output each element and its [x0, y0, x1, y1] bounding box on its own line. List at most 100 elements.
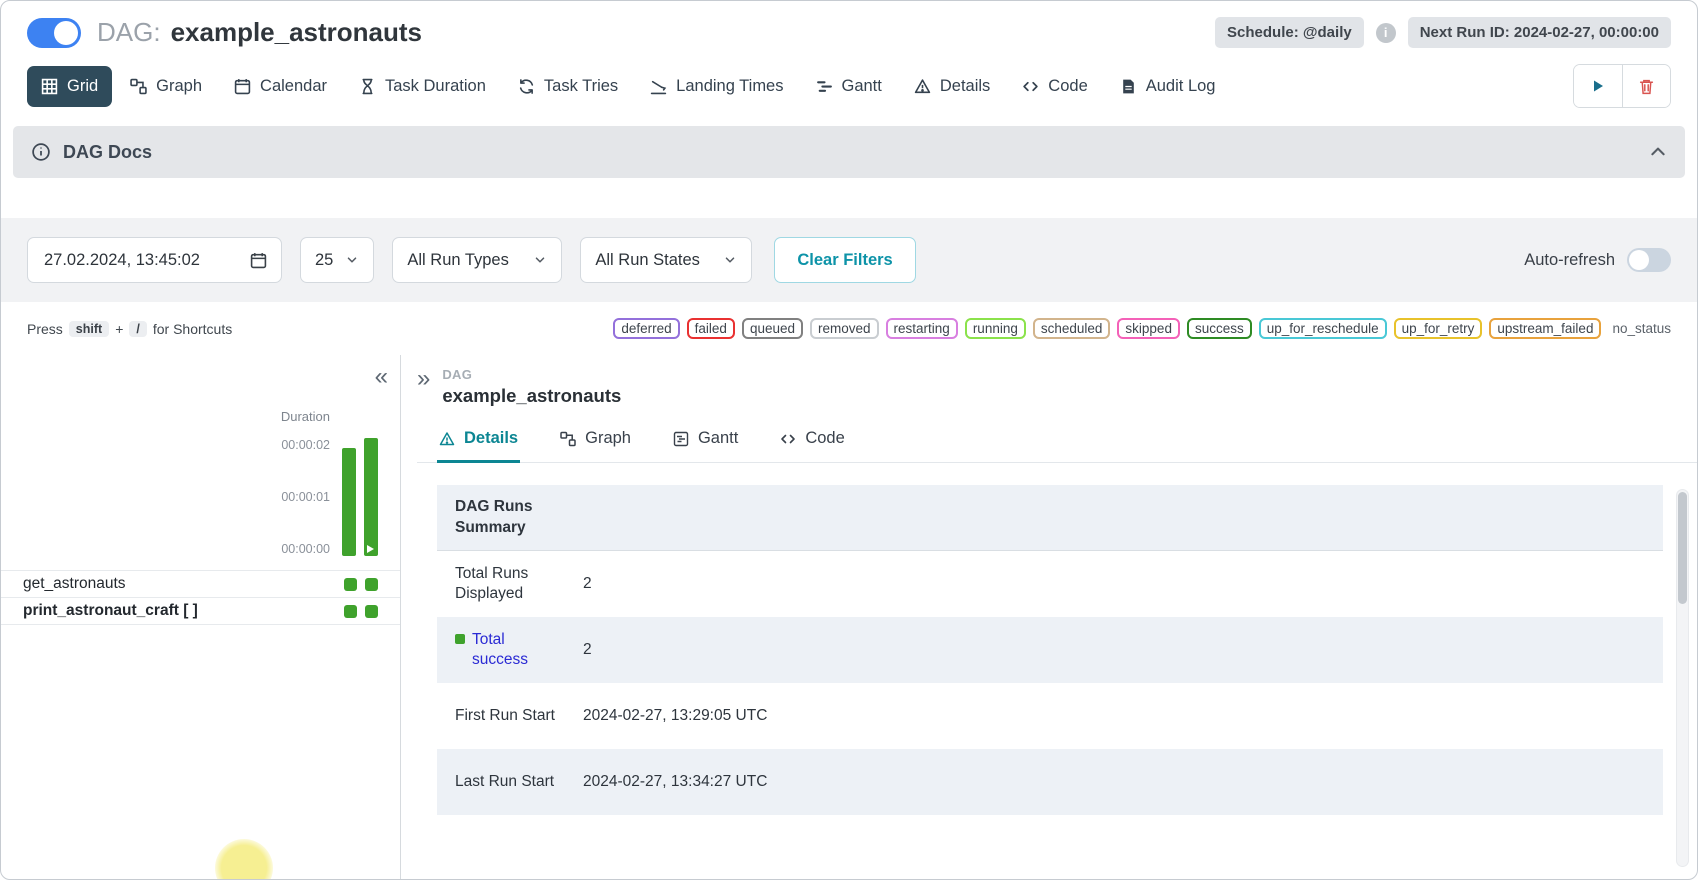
legend-state-deferred: deferred [613, 318, 679, 339]
plane-landing-icon [650, 78, 667, 95]
success-link-cell: Total success [455, 630, 565, 670]
panel-tab-details[interactable]: Details [437, 421, 520, 463]
dag-pause-toggle[interactable] [27, 18, 81, 48]
task-instance-success[interactable] [344, 578, 357, 591]
task-instance-success[interactable] [365, 578, 378, 591]
schedule-badge: Schedule: @daily [1215, 17, 1364, 48]
duration-axis-title: Duration [281, 409, 330, 424]
dag-docs-bar[interactable]: DAG Docs [13, 126, 1685, 178]
run-bar[interactable] [342, 448, 356, 556]
task-instance-success[interactable] [365, 605, 378, 618]
date-filter-input[interactable] [42, 250, 238, 271]
tab-graph[interactable]: Graph [116, 66, 216, 107]
expand-panel-icon[interactable]: » [417, 367, 430, 391]
row-label: Total Runs Displayed [437, 554, 573, 614]
collapse-panel-icon[interactable]: « [375, 365, 388, 389]
row-label: Last Run Start [437, 762, 573, 802]
dag-label: DAG: [97, 17, 161, 48]
clear-filters-button[interactable]: Clear Filters [774, 237, 915, 283]
graph-icon [130, 78, 147, 95]
tab-label: Calendar [260, 77, 327, 96]
tab-grid[interactable]: Grid [27, 66, 112, 107]
legend-row: Press shift + / for Shortcuts deferred f… [1, 302, 1697, 351]
header-badges: Schedule: @daily i Next Run ID: 2024-02-… [1215, 17, 1671, 48]
page-size-value: 25 [315, 251, 333, 270]
play-icon [1590, 78, 1606, 94]
tab-label: Graph [156, 77, 202, 96]
nav-tabs: Grid Graph Calendar Task Duration Task T… [27, 66, 1229, 107]
toggle-knob [54, 21, 78, 45]
auto-refresh-control: Auto-refresh [1524, 248, 1671, 272]
task-row[interactable]: get_astronauts [1, 570, 400, 597]
date-filter-field[interactable] [27, 237, 282, 283]
tab-label: Audit Log [1146, 77, 1216, 96]
legend-state-scheduled: scheduled [1033, 318, 1111, 339]
gantt-box-icon [673, 431, 689, 447]
tab-label: Gantt [842, 77, 882, 96]
legend-state-up-for-retry: up_for_retry [1394, 318, 1483, 339]
tab-gantt[interactable]: Gantt [802, 66, 896, 107]
tab-details[interactable]: Details [900, 66, 1004, 107]
grid-panel: « Duration 00:00:02 00:00:01 00:00:00 [1, 355, 401, 879]
legend-state-queued: queued [742, 318, 803, 339]
toggle-knob [1629, 250, 1649, 270]
auto-refresh-toggle[interactable] [1627, 248, 1671, 272]
legend-state-skipped: skipped [1117, 318, 1180, 339]
legend-state-removed: removed [810, 318, 879, 339]
trigger-dag-button[interactable] [1574, 65, 1622, 107]
audit-log-icon [1120, 78, 1137, 95]
panel-tab-graph[interactable]: Graph [558, 421, 633, 463]
task-name[interactable]: print_astronaut_craft [ ] [23, 602, 198, 620]
duration-ticks: 00:00:02 00:00:01 00:00:00 [281, 438, 330, 556]
chevron-down-icon [345, 253, 359, 267]
legend-state-up-for-reschedule: up_for_reschedule [1259, 318, 1387, 339]
panel-tab-code[interactable]: Code [778, 421, 846, 463]
task-name[interactable]: get_astronauts [23, 575, 126, 593]
calendar-icon [234, 78, 251, 95]
table-title: DAG Runs Summary [437, 487, 573, 547]
page-size-select[interactable]: 25 [300, 237, 374, 283]
tab-task-duration[interactable]: Task Duration [345, 66, 500, 107]
code-icon [780, 431, 796, 447]
graph-icon [560, 431, 576, 447]
delete-dag-button[interactable] [1622, 65, 1670, 107]
tab-calendar[interactable]: Calendar [220, 66, 341, 107]
grid-icon [41, 78, 58, 95]
legend-state-running: running [965, 318, 1026, 339]
chevron-down-icon [533, 253, 547, 267]
run-types-select[interactable]: All Run Types [392, 237, 562, 283]
chevron-down-icon [723, 253, 737, 267]
tab-code[interactable]: Code [1008, 66, 1101, 107]
tab-audit-log[interactable]: Audit Log [1106, 66, 1230, 107]
schedule-info-icon[interactable]: i [1376, 23, 1396, 43]
total-success-link[interactable]: Total success [472, 630, 565, 670]
dag-actions [1573, 64, 1671, 108]
tab-label: Landing Times [676, 77, 783, 96]
collapse-docs-button[interactable] [1649, 143, 1667, 161]
task-row-selected[interactable]: print_astronaut_craft [ ] [1, 597, 400, 625]
state-legend: deferred failed queued removed restartin… [613, 318, 1671, 339]
row-label: First Run Start [437, 696, 573, 736]
code-icon [1022, 78, 1039, 95]
task-instance-success[interactable] [344, 605, 357, 618]
tab-label: Details [940, 77, 990, 96]
table-header-row: DAG Runs Summary [437, 485, 1663, 551]
table-row: Total success 2 [437, 617, 1663, 683]
shortcut-text: for Shortcuts [153, 321, 232, 337]
shortcuts-hint: Press shift + / for Shortcuts [27, 321, 232, 337]
run-types-value: All Run Types [407, 251, 509, 270]
details-alert-icon [914, 78, 931, 95]
tab-task-tries[interactable]: Task Tries [504, 66, 632, 107]
scrollbar-thumb[interactable] [1678, 492, 1687, 604]
panel-tab-gantt[interactable]: Gantt [671, 421, 740, 463]
details-header: » DAG example_astronauts [417, 367, 1697, 407]
tab-landing-times[interactable]: Landing Times [636, 66, 797, 107]
row-value: 2 [573, 575, 592, 593]
tab-label: Grid [67, 77, 98, 96]
run-bar-selected[interactable] [364, 438, 378, 556]
legend-state-no-status: no_status [1612, 321, 1671, 336]
legend-state-upstream-failed: upstream_failed [1489, 318, 1601, 339]
panel-tab-label: Graph [585, 429, 631, 448]
run-states-select[interactable]: All Run States [580, 237, 752, 283]
dag-docs-title: DAG Docs [63, 142, 152, 163]
